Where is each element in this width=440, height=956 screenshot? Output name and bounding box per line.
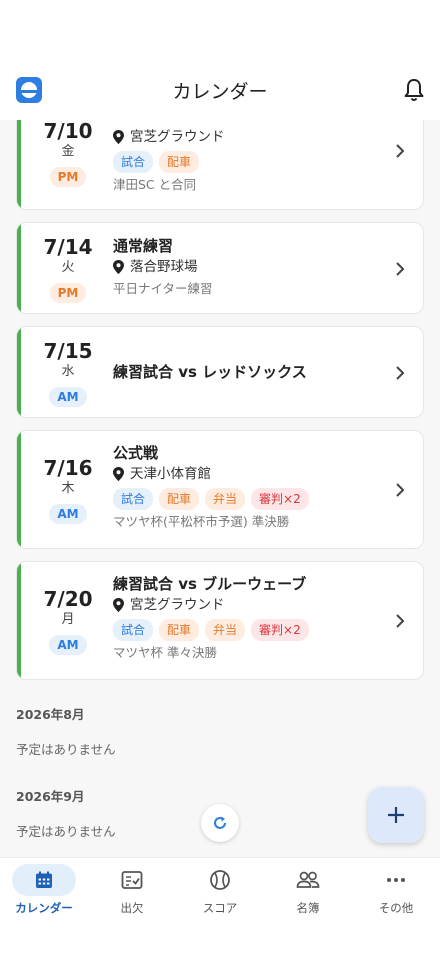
location-pin-icon [113, 467, 124, 481]
tab-label: その他 [378, 901, 414, 915]
event-card-0716[interactable]: 7/16 木 AM 公式戦 天津小体育館 試合 配車 弁当 審判×2 マツヤ杯(… [16, 430, 424, 549]
location-pin-icon [113, 260, 124, 274]
calendar-list[interactable]: 7/10 金 PM 宮芝グラウンド 試合 配車 津田SC と合同 7/14 火 … [0, 120, 440, 857]
event-card-0720[interactable]: 7/20 月 AM 練習試合 vs ブルーウェーブ 宮芝グラウンド 試合 配車 … [16, 561, 424, 680]
baseball-icon [210, 870, 230, 890]
event-date: 7/14 [43, 235, 93, 259]
month-header-sep: 2026年9月 [16, 789, 85, 804]
tag-referee: 審判×2 [251, 619, 309, 641]
event-note: マツヤ杯(平松杯市予選) 準決勝 [113, 514, 290, 529]
event-title: 練習試合 vs ブルーウェーブ [113, 575, 307, 593]
period-badge: AM [49, 635, 87, 655]
month-header-aug: 2026年8月 [16, 707, 85, 722]
period-badge: PM [49, 283, 87, 303]
tab-label: 名簿 [296, 901, 320, 915]
event-card-0714[interactable]: 7/14 火 PM 通常練習 落合野球場 平日ナイター練習 [16, 222, 424, 314]
event-note: 平日ナイター練習 [113, 281, 213, 296]
people-icon [296, 871, 320, 888]
tab-label: スコア [202, 901, 238, 915]
event-weekday: 水 [61, 364, 75, 379]
tag-match: 試合 [113, 488, 154, 510]
tag-lunch: 弁当 [205, 488, 246, 510]
event-stripe [17, 120, 21, 209]
plus-icon [388, 807, 404, 823]
more-icon [387, 878, 405, 882]
event-weekday: 金 [61, 144, 75, 159]
add-event-button[interactable] [368, 787, 424, 843]
event-location: 落合野球場 [113, 257, 383, 277]
event-card-0715[interactable]: 7/15 水 AM 練習試合 vs レッドソックス [16, 326, 424, 418]
tag-lunch: 弁当 [205, 619, 246, 641]
event-weekday: 木 [61, 481, 75, 496]
event-location: 天津小体育館 [113, 464, 383, 484]
tag-carpool: 配車 [159, 488, 200, 510]
period-badge: AM [49, 387, 87, 407]
page-title: カレンダー [172, 81, 268, 103]
event-stripe [17, 327, 21, 417]
tab-roster[interactable]: 名簿 [264, 864, 352, 920]
no-events-text: 予定はありません [16, 742, 116, 757]
event-note: 津田SC と合同 [113, 177, 197, 192]
chevron-right-icon [396, 483, 405, 497]
chevron-right-icon [396, 614, 405, 628]
event-weekday: 月 [61, 612, 75, 627]
tab-label: カレンダー [15, 901, 73, 915]
no-events-text: 予定はありません [16, 824, 116, 839]
chevron-right-icon [396, 262, 405, 276]
event-note: マツヤ杯 準々決勝 [113, 645, 217, 660]
event-title: 公式戦 [113, 444, 159, 462]
location-pin-icon [113, 598, 124, 612]
event-date: 7/16 [43, 456, 93, 480]
refresh-icon [214, 816, 226, 829]
tag-carpool: 配車 [159, 151, 200, 173]
refresh-button[interactable] [201, 804, 239, 842]
chevron-right-icon [396, 366, 405, 380]
event-title: 通常練習 [113, 237, 174, 255]
event-title: 練習試合 vs レッドソックス [113, 363, 307, 381]
tag-referee: 審判×2 [251, 488, 309, 510]
tab-label: 出欠 [120, 901, 144, 915]
event-stripe [17, 431, 21, 548]
event-location: 宮芝グラウンド [113, 595, 383, 615]
tag-match: 試合 [113, 151, 154, 173]
tab-score[interactable]: スコア [176, 864, 264, 920]
event-date: 7/10 [43, 120, 93, 143]
event-card-0710[interactable]: 7/10 金 PM 宮芝グラウンド 試合 配車 津田SC と合同 [16, 120, 424, 210]
event-weekday: 火 [61, 260, 75, 275]
period-badge: PM [49, 167, 87, 187]
event-date: 7/20 [43, 587, 93, 611]
bottom-tab-bar: カレンダー 出欠 スコア 名簿 その他 [0, 857, 440, 956]
period-badge: AM [49, 504, 87, 524]
event-location: 宮芝グラウンド [113, 127, 383, 147]
location-pin-icon [113, 130, 124, 144]
attendance-icon [121, 871, 143, 889]
notification-bell-icon[interactable] [402, 77, 426, 103]
event-stripe [17, 562, 21, 679]
tab-attendance[interactable]: 出欠 [88, 864, 176, 920]
chevron-right-icon [396, 144, 405, 158]
calendar-icon [36, 871, 52, 888]
app-header: カレンダー [0, 60, 440, 120]
event-date: 7/15 [43, 339, 93, 363]
event-stripe [17, 223, 21, 313]
tab-calendar[interactable]: カレンダー [0, 864, 88, 920]
tag-match: 試合 [113, 619, 154, 641]
tab-more[interactable]: その他 [352, 864, 440, 920]
tag-carpool: 配車 [159, 619, 200, 641]
